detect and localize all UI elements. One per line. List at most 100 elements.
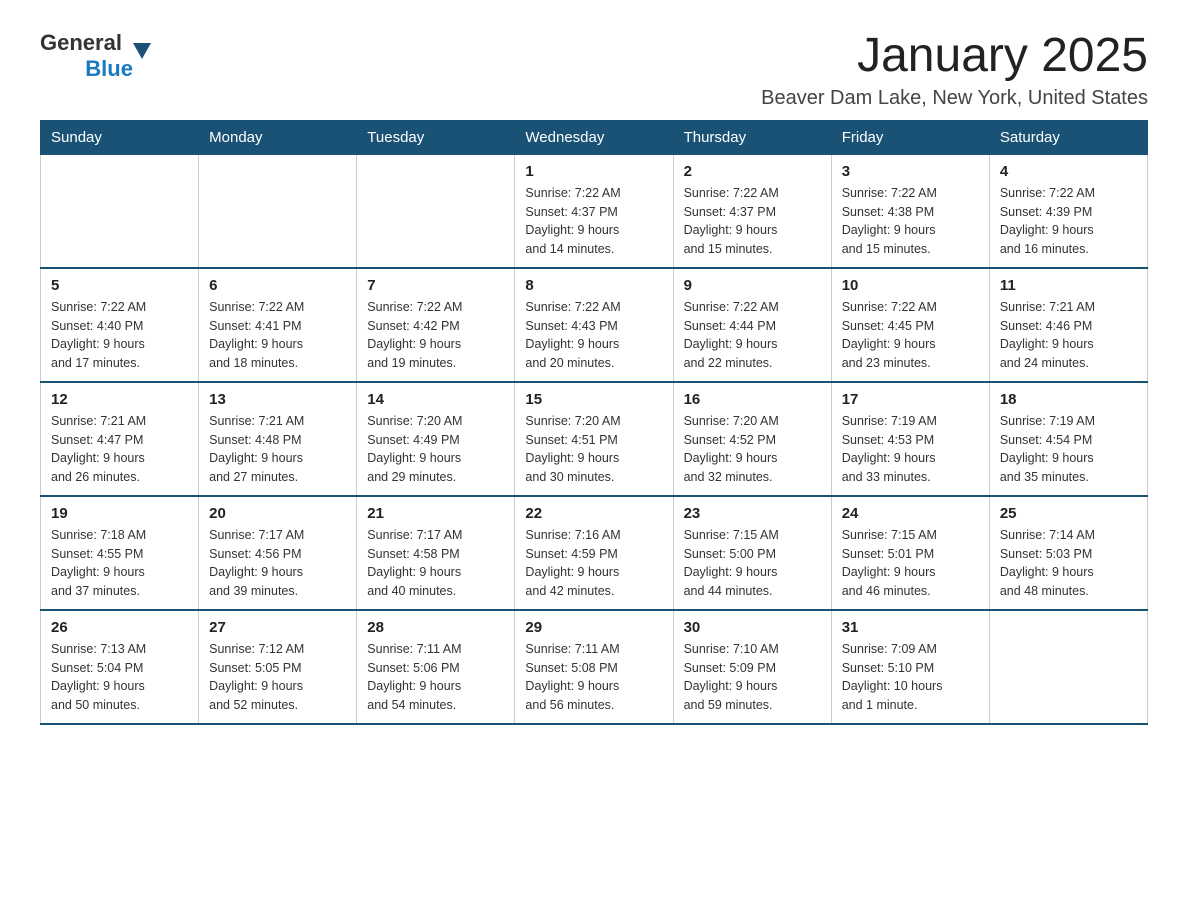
day-info: Sunrise: 7:20 AMSunset: 4:49 PMDaylight:… bbox=[367, 412, 504, 487]
calendar-header-row: SundayMondayTuesdayWednesdayThursdayFrid… bbox=[41, 120, 1148, 154]
calendar-day-cell: 3 Sunrise: 7:22 AMSunset: 4:38 PMDaylight… bbox=[831, 154, 989, 268]
day-info: Sunrise: 7:13 AMSunset: 5:04 PMDaylight:… bbox=[51, 640, 188, 715]
day-number: 13 bbox=[209, 391, 346, 408]
calendar-day-cell: 31Sunrise: 7:09 AMSunset: 5:10 PMDayligh… bbox=[831, 610, 989, 724]
day-info: Sunrise: 7:20 AMSunset: 4:52 PMDaylight:… bbox=[684, 412, 821, 487]
day-info: Sunrise: 7:16 AMSunset: 4:59 PMDaylight:… bbox=[525, 526, 662, 601]
day-number: 6 bbox=[209, 277, 346, 294]
day-info: Sunrise: 7:17 AMSunset: 4:56 PMDaylight:… bbox=[209, 526, 346, 601]
day-info: Sunrise: 7:11 AMSunset: 5:06 PMDaylight:… bbox=[367, 640, 504, 715]
calendar-table: SundayMondayTuesdayWednesdayThursdayFrid… bbox=[40, 120, 1148, 725]
calendar-day-cell: 12Sunrise: 7:21 AMSunset: 4:47 PMDayligh… bbox=[41, 382, 199, 496]
calendar-day-cell: 11Sunrise: 7:21 AMSunset: 4:46 PMDayligh… bbox=[989, 268, 1147, 382]
logo-blue-text: Blue bbox=[85, 56, 133, 82]
calendar-day-cell: 29 Sunrise: 7:11 AMSunset: 5:08 PMDayligh… bbox=[515, 610, 673, 724]
day-number: 1 bbox=[525, 163, 662, 180]
calendar-day-cell: 16Sunrise: 7:20 AMSunset: 4:52 PMDayligh… bbox=[673, 382, 831, 496]
day-info: Sunrise: 7:22 AMSunset: 4:45 PMDaylight:… bbox=[842, 298, 979, 373]
day-info: Sunrise: 7:21 AMSunset: 4:48 PMDaylight:… bbox=[209, 412, 346, 487]
day-info: Sunrise: 7:12 AMSunset: 5:05 PMDaylight:… bbox=[209, 640, 346, 715]
calendar-day-cell bbox=[357, 154, 515, 268]
day-number: 2 bbox=[684, 163, 821, 180]
calendar-week-row: 12Sunrise: 7:21 AMSunset: 4:47 PMDayligh… bbox=[41, 382, 1148, 496]
day-info: Sunrise: 7:19 AMSunset: 4:53 PMDaylight:… bbox=[842, 412, 979, 487]
calendar-header-cell: Wednesday bbox=[515, 120, 673, 154]
calendar-header-cell: Monday bbox=[199, 120, 357, 154]
day-info: Sunrise: 7:22 AMSunset: 4:38 PMDaylight:… bbox=[842, 184, 979, 259]
calendar-day-cell bbox=[41, 154, 199, 268]
day-info: Sunrise: 7:22 AMSunset: 4:37 PMDaylight:… bbox=[525, 184, 662, 259]
calendar-day-cell: 27 Sunrise: 7:12 AMSunset: 5:05 PMDayligh… bbox=[199, 610, 357, 724]
calendar-header-cell: Thursday bbox=[673, 120, 831, 154]
calendar-day-cell: 2 Sunrise: 7:22 AMSunset: 4:37 PMDaylight… bbox=[673, 154, 831, 268]
calendar-day-cell: 20 Sunrise: 7:17 AMSunset: 4:56 PMDayligh… bbox=[199, 496, 357, 610]
day-number: 5 bbox=[51, 277, 188, 294]
day-number: 22 bbox=[525, 505, 662, 522]
day-info: Sunrise: 7:22 AMSunset: 4:43 PMDaylight:… bbox=[525, 298, 662, 373]
day-info: Sunrise: 7:22 AMSunset: 4:42 PMDaylight:… bbox=[367, 298, 504, 373]
day-info: Sunrise: 7:21 AMSunset: 4:47 PMDaylight:… bbox=[51, 412, 188, 487]
calendar-header-cell: Saturday bbox=[989, 120, 1147, 154]
calendar-header-cell: Tuesday bbox=[357, 120, 515, 154]
day-number: 9 bbox=[684, 277, 821, 294]
calendar-day-cell: 23 Sunrise: 7:15 AMSunset: 5:00 PMDayligh… bbox=[673, 496, 831, 610]
day-number: 24 bbox=[842, 505, 979, 522]
day-number: 11 bbox=[1000, 277, 1137, 294]
day-number: 28 bbox=[367, 619, 504, 636]
day-number: 15 bbox=[525, 391, 662, 408]
logo-general-text: General bbox=[40, 30, 122, 56]
calendar-day-cell: 9 Sunrise: 7:22 AMSunset: 4:44 PMDaylight… bbox=[673, 268, 831, 382]
day-number: 10 bbox=[842, 277, 979, 294]
day-number: 7 bbox=[367, 277, 504, 294]
day-info: Sunrise: 7:15 AMSunset: 5:00 PMDaylight:… bbox=[684, 526, 821, 601]
day-number: 23 bbox=[684, 505, 821, 522]
day-number: 18 bbox=[1000, 391, 1137, 408]
calendar-day-cell: 19Sunrise: 7:18 AMSunset: 4:55 PMDayligh… bbox=[41, 496, 199, 610]
calendar-week-row: 19Sunrise: 7:18 AMSunset: 4:55 PMDayligh… bbox=[41, 496, 1148, 610]
calendar-week-row: 5 Sunrise: 7:22 AMSunset: 4:40 PMDaylight… bbox=[41, 268, 1148, 382]
calendar-day-cell: 18 Sunrise: 7:19 AMSunset: 4:54 PMDayligh… bbox=[989, 382, 1147, 496]
day-number: 20 bbox=[209, 505, 346, 522]
day-info: Sunrise: 7:22 AMSunset: 4:44 PMDaylight:… bbox=[684, 298, 821, 373]
calendar-day-cell bbox=[199, 154, 357, 268]
day-info: Sunrise: 7:10 AMSunset: 5:09 PMDaylight:… bbox=[684, 640, 821, 715]
calendar-day-cell: 5 Sunrise: 7:22 AMSunset: 4:40 PMDaylight… bbox=[41, 268, 199, 382]
day-number: 26 bbox=[51, 619, 188, 636]
calendar-day-cell: 30 Sunrise: 7:10 AMSunset: 5:09 PMDayligh… bbox=[673, 610, 831, 724]
calendar-day-cell: 22 Sunrise: 7:16 AMSunset: 4:59 PMDayligh… bbox=[515, 496, 673, 610]
month-title: January 2025 bbox=[761, 30, 1148, 83]
logo: General Blue bbox=[40, 30, 133, 82]
calendar-header-cell: Friday bbox=[831, 120, 989, 154]
day-number: 21 bbox=[367, 505, 504, 522]
calendar-week-row: 1 Sunrise: 7:22 AMSunset: 4:37 PMDaylight… bbox=[41, 154, 1148, 268]
day-info: Sunrise: 7:22 AMSunset: 4:37 PMDaylight:… bbox=[684, 184, 821, 259]
day-info: Sunrise: 7:14 AMSunset: 5:03 PMDaylight:… bbox=[1000, 526, 1137, 601]
day-info: Sunrise: 7:17 AMSunset: 4:58 PMDaylight:… bbox=[367, 526, 504, 601]
day-info: Sunrise: 7:19 AMSunset: 4:54 PMDaylight:… bbox=[1000, 412, 1137, 487]
day-info: Sunrise: 7:22 AMSunset: 4:40 PMDaylight:… bbox=[51, 298, 188, 373]
day-number: 27 bbox=[209, 619, 346, 636]
day-number: 3 bbox=[842, 163, 979, 180]
calendar-day-cell: 26 Sunrise: 7:13 AMSunset: 5:04 PMDayligh… bbox=[41, 610, 199, 724]
day-number: 30 bbox=[684, 619, 821, 636]
day-number: 14 bbox=[367, 391, 504, 408]
day-info: Sunrise: 7:22 AMSunset: 4:39 PMDaylight:… bbox=[1000, 184, 1137, 259]
calendar-day-cell bbox=[989, 610, 1147, 724]
header: General Blue January 2025 Beaver Dam Lak… bbox=[40, 30, 1148, 110]
day-number: 25 bbox=[1000, 505, 1137, 522]
day-info: Sunrise: 7:20 AMSunset: 4:51 PMDaylight:… bbox=[525, 412, 662, 487]
calendar-day-cell: 1 Sunrise: 7:22 AMSunset: 4:37 PMDaylight… bbox=[515, 154, 673, 268]
logo-arrow-icon bbox=[133, 43, 151, 59]
day-info: Sunrise: 7:15 AMSunset: 5:01 PMDaylight:… bbox=[842, 526, 979, 601]
calendar-day-cell: 28 Sunrise: 7:11 AMSunset: 5:06 PMDayligh… bbox=[357, 610, 515, 724]
calendar-header-cell: Sunday bbox=[41, 120, 199, 154]
calendar-day-cell: 13 Sunrise: 7:21 AMSunset: 4:48 PMDayligh… bbox=[199, 382, 357, 496]
calendar-day-cell: 4Sunrise: 7:22 AMSunset: 4:39 PMDaylight… bbox=[989, 154, 1147, 268]
calendar-day-cell: 14 Sunrise: 7:20 AMSunset: 4:49 PMDayligh… bbox=[357, 382, 515, 496]
day-number: 8 bbox=[525, 277, 662, 294]
day-info: Sunrise: 7:18 AMSunset: 4:55 PMDaylight:… bbox=[51, 526, 188, 601]
day-number: 29 bbox=[525, 619, 662, 636]
day-number: 31 bbox=[842, 619, 979, 636]
title-area: January 2025 Beaver Dam Lake, New York, … bbox=[761, 30, 1148, 110]
day-info: Sunrise: 7:11 AMSunset: 5:08 PMDaylight:… bbox=[525, 640, 662, 715]
